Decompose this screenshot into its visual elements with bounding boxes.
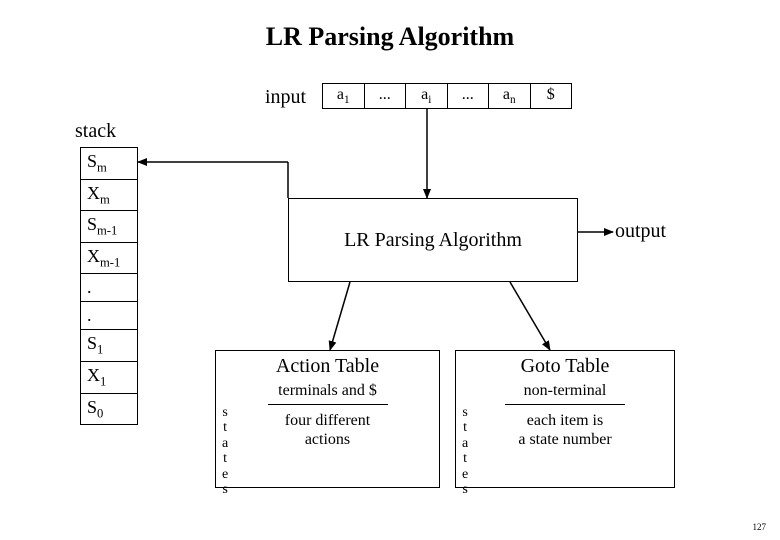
stack-cell: S0: [81, 394, 137, 425]
stack-cell: X1: [81, 362, 137, 394]
action-table-title: Action Table: [216, 355, 439, 378]
page-title: LR Parsing Algorithm: [0, 22, 780, 52]
output-label: output: [615, 220, 666, 243]
input-cell: ...: [448, 84, 490, 108]
goto-table-title: Goto Table: [456, 355, 674, 378]
stack-cell: Sm-1: [81, 211, 137, 243]
action-table-sub: terminals and $: [216, 382, 439, 400]
stack-column: Sm Xm Sm-1 Xm-1 . . S1 X1 S0: [80, 147, 138, 425]
divider: [505, 404, 625, 405]
action-table-body: four different actions: [216, 411, 439, 449]
input-cell: ai: [406, 84, 448, 108]
goto-table-box: Goto Table non-terminal each item is a s…: [455, 350, 675, 488]
stack-cell: Sm: [81, 148, 137, 180]
input-label: input: [265, 86, 306, 109]
goto-table-sub: non-terminal: [456, 382, 674, 400]
divider: [268, 404, 388, 405]
input-cell: $: [531, 84, 572, 108]
input-cell: a1: [323, 84, 365, 108]
stack-label: stack: [75, 120, 116, 143]
stack-cell: .: [81, 274, 137, 302]
stack-cell: Xm: [81, 180, 137, 212]
stack-cell: S1: [81, 330, 137, 362]
stack-cell: .: [81, 302, 137, 330]
input-cell: an: [489, 84, 531, 108]
stack-cell: Xm-1: [81, 243, 137, 275]
algorithm-box: LR Parsing Algorithm: [288, 198, 578, 282]
action-table-box: Action Table terminals and $ four differ…: [215, 350, 440, 488]
algorithm-box-label: LR Parsing Algorithm: [344, 229, 522, 252]
action-states-label: s t a t e s: [222, 405, 228, 497]
goto-table-body: each item is a state number: [456, 411, 674, 449]
goto-states-label: s t a t e s: [462, 405, 468, 497]
page-number: 127: [753, 522, 767, 532]
input-cell: ...: [365, 84, 407, 108]
input-tape: a1 ... ai ... an $: [322, 83, 572, 109]
